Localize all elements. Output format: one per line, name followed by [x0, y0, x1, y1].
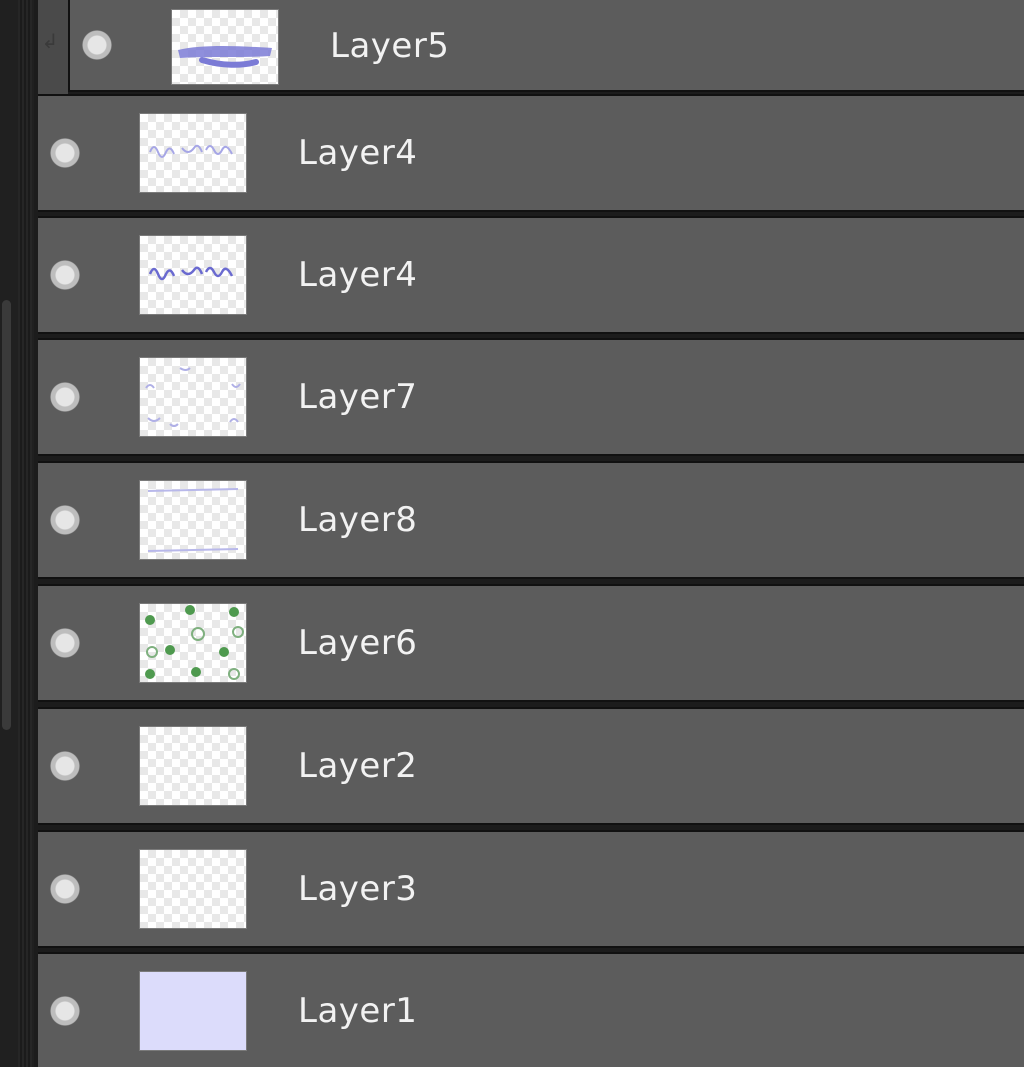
- layers-panel: ↲ Layer5 Layer4 Layer4 Layer7 Layer8 Lay…: [0, 0, 1024, 1067]
- layer-name[interactable]: Layer6: [298, 623, 417, 663]
- layer-name[interactable]: Layer4: [298, 255, 417, 295]
- layer-thumbnail: [140, 114, 246, 192]
- visibility-eye-icon[interactable]: [50, 260, 80, 290]
- layer-thumbnail: [172, 10, 278, 84]
- layer-thumbnail: [140, 481, 246, 559]
- visibility-eye-icon[interactable]: [50, 628, 80, 658]
- visibility-eye-icon[interactable]: [50, 382, 80, 412]
- visibility-eye-icon[interactable]: [50, 751, 80, 781]
- layer-row[interactable]: Layer2: [38, 707, 1024, 825]
- layer-row[interactable]: Layer3: [38, 830, 1024, 948]
- clipping-arrow-icon: ↲: [41, 29, 59, 53]
- visibility-eye-icon[interactable]: [50, 995, 80, 1026]
- layer-name[interactable]: Layer2: [298, 746, 417, 786]
- layer-name[interactable]: Layer3: [298, 869, 417, 909]
- layer-name[interactable]: Layer4: [298, 133, 417, 173]
- layer-name[interactable]: Layer7: [298, 377, 417, 417]
- layer-thumbnail: [140, 604, 246, 682]
- layer-thumbnail: [140, 358, 246, 436]
- layer-row[interactable]: Layer1: [38, 952, 1024, 1067]
- layer-row[interactable]: Layer4: [38, 94, 1024, 212]
- layer-thumbnail: [140, 971, 246, 1050]
- layer-row[interactable]: Layer5: [68, 0, 1024, 92]
- visibility-eye-icon[interactable]: [82, 30, 112, 60]
- layer-row[interactable]: Layer6: [38, 584, 1024, 702]
- layer-name[interactable]: Layer8: [298, 500, 417, 540]
- visibility-eye-icon[interactable]: [50, 505, 80, 535]
- visibility-eye-icon[interactable]: [50, 138, 80, 168]
- scrollbar-thumb[interactable]: [2, 300, 11, 730]
- layer-thumbnail: [140, 236, 246, 314]
- layer-name[interactable]: Layer1: [298, 991, 417, 1031]
- layer-row[interactable]: Layer7: [38, 338, 1024, 456]
- layer-row[interactable]: Layer8: [38, 461, 1024, 579]
- layer-name[interactable]: Layer5: [330, 26, 449, 66]
- layer-row[interactable]: Layer4: [38, 216, 1024, 334]
- layer-thumbnail: [140, 850, 246, 928]
- visibility-eye-icon[interactable]: [50, 874, 80, 904]
- layer-thumbnail: [140, 727, 246, 805]
- scrollbar-track[interactable]: [0, 0, 34, 1067]
